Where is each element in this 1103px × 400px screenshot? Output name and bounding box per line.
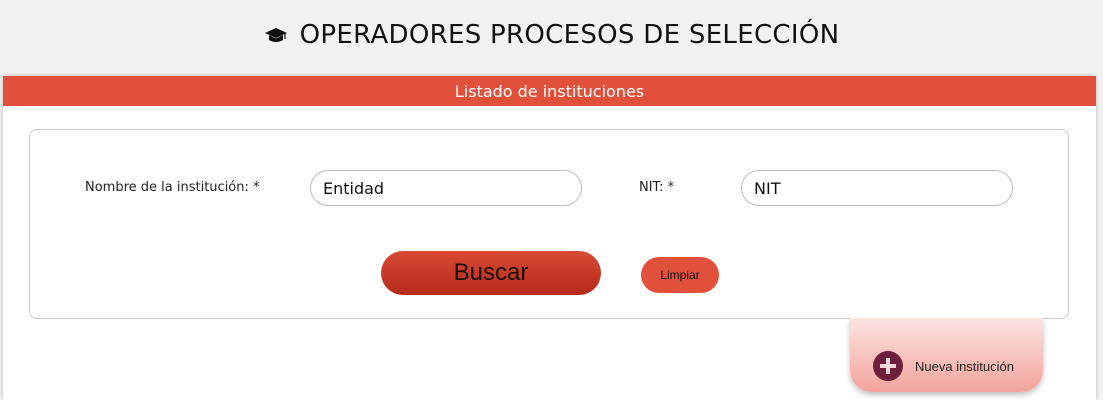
nit-value: NIT xyxy=(754,178,781,198)
new-institution-label: Nueva institución xyxy=(915,358,1014,374)
header-inner: OPERADORES PROCESOS DE SELECCIÓN xyxy=(264,20,840,50)
graduation-cap-icon xyxy=(264,25,288,45)
nit-label: NIT: * xyxy=(639,180,675,195)
search-button[interactable]: Buscar xyxy=(381,251,601,295)
new-institution-button[interactable]: Nueva institución xyxy=(850,318,1043,392)
institution-name-value: Entidad xyxy=(323,178,385,198)
clear-button-label: Limpiar xyxy=(660,268,700,282)
panel-header: Listado de instituciones xyxy=(3,76,1096,106)
institution-name-input[interactable]: Entidad xyxy=(310,170,582,206)
search-button-label: Buscar xyxy=(453,259,529,286)
clear-button[interactable]: Limpiar xyxy=(641,257,719,293)
nit-input[interactable]: NIT xyxy=(741,170,1013,206)
panel-title: Listado de instituciones xyxy=(454,81,645,101)
plus-circle-icon xyxy=(873,351,903,381)
page-title: OPERADORES PROCESOS DE SELECCIÓN xyxy=(299,20,840,50)
search-form: Nombre de la institución: * Entidad NIT:… xyxy=(29,129,1069,319)
page-header: OPERADORES PROCESOS DE SELECCIÓN xyxy=(0,0,1103,70)
institution-name-label: Nombre de la institución: * xyxy=(85,180,260,195)
